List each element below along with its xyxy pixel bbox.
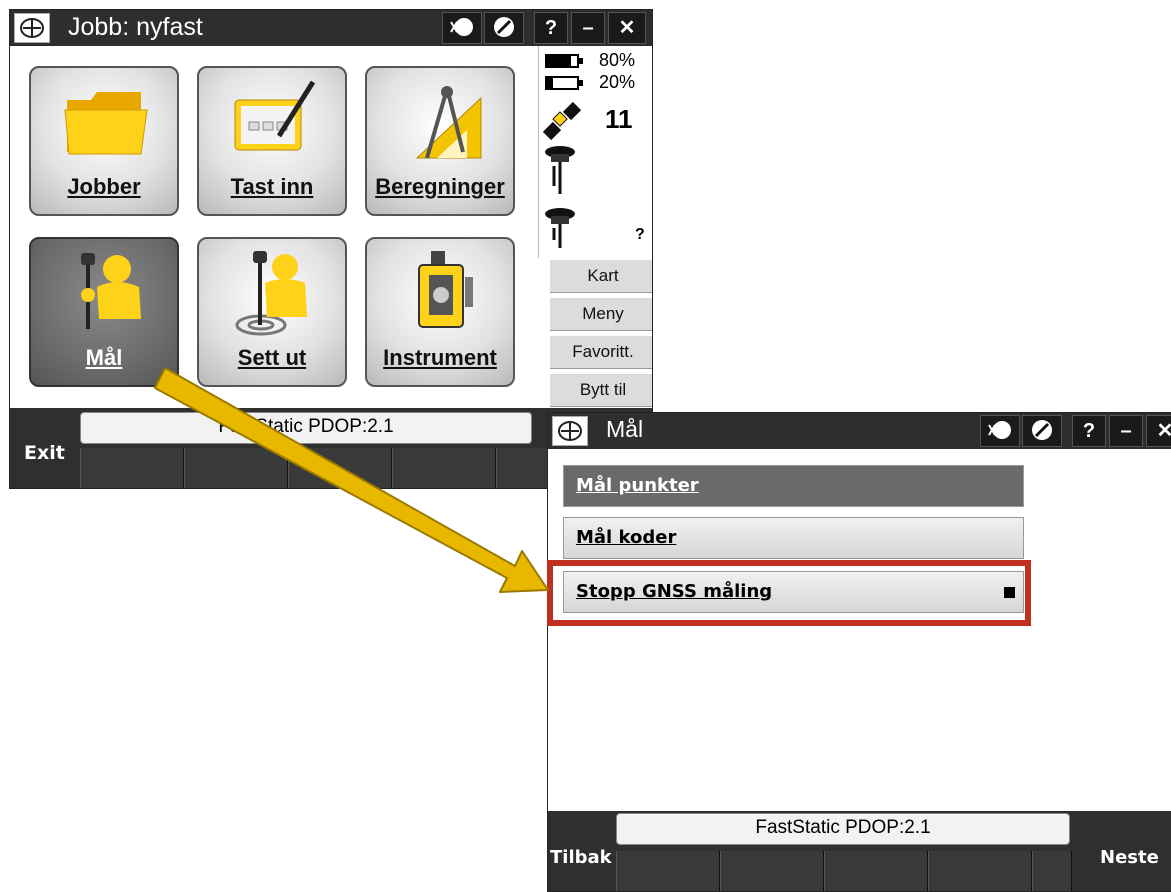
minimize-button[interactable]: – [571, 12, 605, 44]
keyboard-pen-icon [234, 80, 316, 151]
softkey-1[interactable] [616, 851, 720, 891]
tile-label: Instrument [383, 345, 497, 370]
tile-beregninger[interactable]: Beregninger [365, 66, 515, 216]
surveyor-measure-icon [81, 253, 141, 329]
favoritter-button[interactable]: Favoritt. [550, 335, 652, 369]
softkey-5[interactable] [1032, 851, 1072, 891]
tile-instrument[interactable]: Instrument [365, 237, 515, 387]
title-bar: Mål ? – ✕ [548, 413, 1171, 449]
exit-button[interactable]: Exit [24, 442, 65, 464]
help-button[interactable]: ? [534, 12, 568, 44]
battery-2-percent: 20% [599, 72, 636, 92]
window-title: Mål [606, 416, 644, 442]
next-button[interactable]: Neste [1100, 847, 1159, 868]
tile-label: Beregninger [375, 174, 505, 199]
satellite-icon [542, 101, 581, 140]
minimize-button[interactable]: – [1109, 415, 1143, 447]
stop-square-icon [1004, 587, 1015, 598]
surveyor-stakeout-icon [235, 251, 307, 336]
window-title: Jobb: nyfast [68, 13, 203, 41]
close-button[interactable]: ✕ [1146, 415, 1171, 447]
tile-mal[interactable]: Mål [29, 237, 179, 387]
softkey-3[interactable] [824, 851, 928, 891]
tile-jobber[interactable]: Jobber [29, 66, 179, 216]
battery-1-percent: 80% [599, 50, 636, 70]
mal-koder-button[interactable]: Mål koder [563, 517, 1024, 559]
meny-button[interactable]: Meny [550, 297, 652, 331]
tile-tast-inn[interactable]: Tast inn [197, 66, 347, 216]
bottom-bar: Tilbak FastStatic PDOP:2.1 Neste [548, 811, 1171, 891]
tile-label: Mål [85, 345, 123, 370]
satellite-count: 11 [605, 104, 633, 134]
status-field: FastStatic PDOP:2.1 [80, 412, 532, 444]
battery-icon [545, 54, 579, 68]
gnss-tracking-icon[interactable] [442, 12, 482, 44]
trimble-logo-icon[interactable] [552, 416, 588, 446]
softkey-2[interactable] [184, 448, 288, 488]
tile-label: Tast inn [230, 174, 314, 199]
softkey-2[interactable] [720, 851, 824, 891]
battery-level [547, 78, 553, 88]
battery-nub-icon [579, 58, 583, 64]
bytt-til-button[interactable]: Bytt til [550, 373, 652, 407]
mal-punkter-button[interactable]: Mål punkter [563, 465, 1024, 507]
close-button[interactable]: ✕ [608, 12, 646, 44]
softkey-3[interactable] [288, 448, 392, 488]
help-button[interactable]: ? [1072, 415, 1106, 447]
battery-icon [545, 76, 579, 90]
status-panel: 80% 20% 11 ? [538, 46, 652, 258]
tile-label: Jobber [67, 174, 141, 199]
menu-item-label: Mål koder [576, 527, 677, 548]
no-connection-icon[interactable] [484, 12, 524, 44]
back-button[interactable]: Tilbak [550, 847, 612, 868]
gnss-rover-receiver-icon [545, 208, 575, 248]
total-station-icon [418, 251, 473, 328]
gnss-tracking-icon[interactable] [980, 415, 1020, 447]
gnss-base-receiver-icon [545, 146, 575, 194]
title-bar: Jobb: nyfast ? – ✕ [10, 10, 652, 46]
softkey-4[interactable] [392, 448, 496, 488]
menu-item-label: Mål punkter [576, 475, 699, 496]
folder-icon [64, 92, 148, 155]
kart-button[interactable]: Kart [550, 259, 652, 293]
battery-level [547, 56, 571, 66]
softkey-4[interactable] [928, 851, 1032, 891]
softkey-1[interactable] [80, 448, 184, 488]
rover-status: ? [635, 226, 645, 243]
tile-sett-ut[interactable]: Sett ut [197, 237, 347, 387]
no-connection-icon[interactable] [1022, 415, 1062, 447]
tile-label: Sett ut [237, 345, 307, 370]
trimble-logo-icon[interactable] [14, 13, 50, 43]
compass-ruler-icon [415, 86, 482, 159]
stopp-gnss-maling-button[interactable]: Stopp GNSS måling [563, 571, 1024, 613]
status-field: FastStatic PDOP:2.1 [616, 813, 1070, 845]
battery-nub-icon [579, 80, 583, 86]
menu-item-label: Stopp GNSS måling [576, 581, 773, 602]
